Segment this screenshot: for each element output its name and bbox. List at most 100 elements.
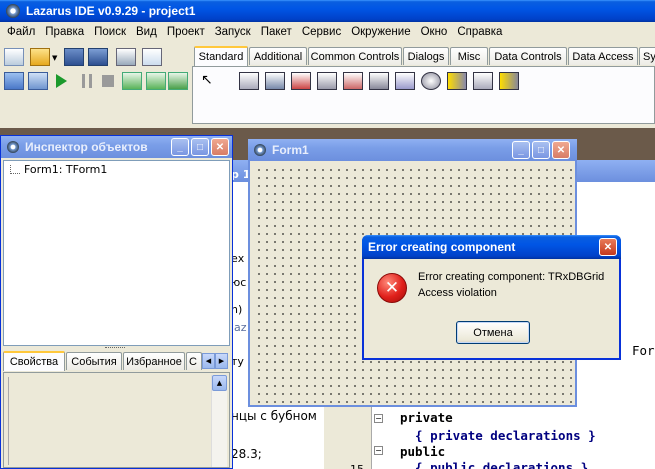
step-into-icon[interactable] (122, 72, 142, 90)
menu-search[interactable]: Поиск (89, 26, 131, 38)
inspector-title-bar[interactable]: Инспектор объектов _ □ ✕ (1, 136, 232, 158)
menu-window[interactable]: Окно (416, 26, 453, 38)
tab-misc[interactable]: Misc (450, 47, 488, 65)
view-forms-icon[interactable] (28, 72, 48, 90)
menu-file[interactable]: Файл (2, 26, 40, 38)
run-icon[interactable] (56, 74, 67, 88)
property-grid-area (8, 377, 208, 465)
tab-scroll-right-icon[interactable]: ▶ (215, 353, 228, 369)
save-all-icon[interactable] (88, 48, 108, 66)
menu-help[interactable]: Справка (452, 26, 507, 38)
list-box-icon[interactable] (473, 72, 493, 90)
form1-title-bar[interactable]: Form1 _ □ ✕ (248, 139, 577, 161)
pointer-icon[interactable]: ↖ (201, 72, 213, 88)
toggle-form-icon[interactable] (116, 48, 136, 66)
check-box-icon[interactable] (421, 72, 441, 90)
palette-page: ↖ (192, 66, 655, 124)
tab-additional[interactable]: Additional (249, 47, 307, 65)
toggle-box-icon[interactable] (395, 72, 415, 90)
error-dialog: Error creating component ✕ ✕ Error creat… (362, 235, 621, 360)
tree-item-form1[interactable]: Form1: TForm1 (24, 163, 107, 176)
scroll-up-icon[interactable]: ▲ (212, 375, 227, 391)
tab-standard[interactable]: Standard (194, 46, 248, 66)
label-icon[interactable] (317, 72, 337, 90)
close-button[interactable]: ✕ (211, 138, 229, 156)
tab-favorites[interactable]: Избранное (123, 352, 185, 370)
edit-icon[interactable] (343, 72, 363, 90)
lazarus-logo-icon (7, 141, 19, 153)
pause-icon[interactable] (82, 74, 92, 88)
fragment-9: 28.3; (231, 447, 262, 461)
tab-data-access[interactable]: Data Access (568, 47, 638, 65)
scrollbar[interactable]: ▲ (211, 375, 227, 467)
maximize-button[interactable]: □ (191, 138, 209, 156)
fold-marker: − (374, 414, 383, 423)
maximize-button[interactable]: □ (532, 141, 550, 159)
speed-buttons: ▼ (2, 46, 188, 120)
form1-title: Form1 (272, 143, 309, 157)
menu-run[interactable]: Запуск (210, 26, 256, 38)
tree-connector (10, 165, 20, 174)
menu-project[interactable]: Проект (162, 26, 210, 38)
cancel-button[interactable]: Отмена (456, 321, 530, 344)
main-title-bar[interactable]: Lazarus IDE v0.9.29 - project1 (0, 0, 655, 22)
memo-icon[interactable] (369, 72, 389, 90)
error-icon: ✕ (377, 273, 407, 303)
tab-system[interactable]: Sy (639, 47, 655, 65)
save-icon[interactable] (64, 48, 84, 66)
new-form-icon[interactable] (4, 72, 24, 90)
code-line[interactable]: public (400, 444, 445, 459)
menu-edit[interactable]: Правка (40, 26, 89, 38)
main-window: Lazarus IDE v0.9.29 - project1 Файл Прав… (0, 0, 655, 128)
button-icon[interactable] (291, 72, 311, 90)
close-button[interactable]: ✕ (552, 141, 570, 159)
fragment-3: юс (231, 276, 247, 289)
property-grid[interactable]: ▲ (3, 372, 230, 468)
minimize-button[interactable]: _ (171, 138, 189, 156)
dialog-title-bar[interactable]: Error creating component ✕ (362, 235, 621, 259)
inspector-title: Инспектор объектов (25, 140, 148, 154)
menu-view[interactable]: Вид (131, 26, 162, 38)
dialog-title: Error creating component (368, 240, 516, 254)
open-dropdown-icon[interactable]: ▼ (52, 54, 57, 62)
tab-common-controls[interactable]: Common Controls (308, 47, 402, 65)
tab-properties[interactable]: Свойства (3, 351, 65, 371)
step-over-icon[interactable] (146, 72, 166, 90)
fragment-10: 15 (350, 463, 364, 469)
code-line[interactable]: private (400, 410, 453, 425)
open-folder-icon[interactable] (30, 48, 50, 66)
stop-icon[interactable] (102, 75, 114, 87)
combo-box-icon[interactable] (499, 72, 519, 90)
tab-more[interactable]: С (186, 352, 202, 370)
fragment-7: For (632, 343, 655, 358)
main-menu-icon[interactable] (239, 72, 259, 90)
menu-bar: Файл Правка Поиск Вид Проект Запуск Паке… (0, 22, 655, 42)
tab-scroll-left-icon[interactable]: ◀ (202, 353, 215, 369)
splitter-grip[interactable] (105, 347, 125, 350)
menu-tools[interactable]: Сервис (297, 26, 346, 38)
new-unit-icon[interactable] (4, 48, 24, 66)
tab-data-controls[interactable]: Data Controls (489, 47, 567, 65)
menu-environment[interactable]: Окружение (346, 26, 415, 38)
lazarus-logo-icon (6, 4, 20, 18)
main-title: Lazarus IDE v0.9.29 - project1 (26, 4, 196, 18)
code-line[interactable]: { private declarations } (400, 428, 596, 443)
tab-dialogs[interactable]: Dialogs (403, 47, 449, 65)
minimize-button[interactable]: _ (512, 141, 530, 159)
dialog-close-button[interactable]: ✕ (599, 238, 617, 256)
component-palette: Standard Additional Common Controls Dial… (192, 46, 655, 125)
run-to-cursor-icon[interactable] (168, 72, 188, 90)
view-units-icon[interactable] (142, 48, 162, 66)
object-inspector: Инспектор объектов _ □ ✕ Form1: TForm1 С… (0, 135, 233, 469)
inspector-tabs: Свойства События Избранное С ◀ ▶ (3, 351, 230, 372)
menu-package[interactable]: Пакет (256, 26, 297, 38)
error-message-line1: Error creating component: TRxDBGrid (418, 271, 605, 283)
code-line[interactable]: { public declarations } (400, 460, 588, 469)
radio-button-icon[interactable] (447, 72, 467, 90)
tab-events[interactable]: События (66, 352, 122, 370)
component-tree: Form1: TForm1 (3, 160, 230, 346)
error-message-line2: Access violation (418, 287, 497, 299)
fragment-8: нцы с бубном (231, 409, 317, 423)
fragment-5: laz (231, 321, 247, 334)
popup-menu-icon[interactable] (265, 72, 285, 90)
